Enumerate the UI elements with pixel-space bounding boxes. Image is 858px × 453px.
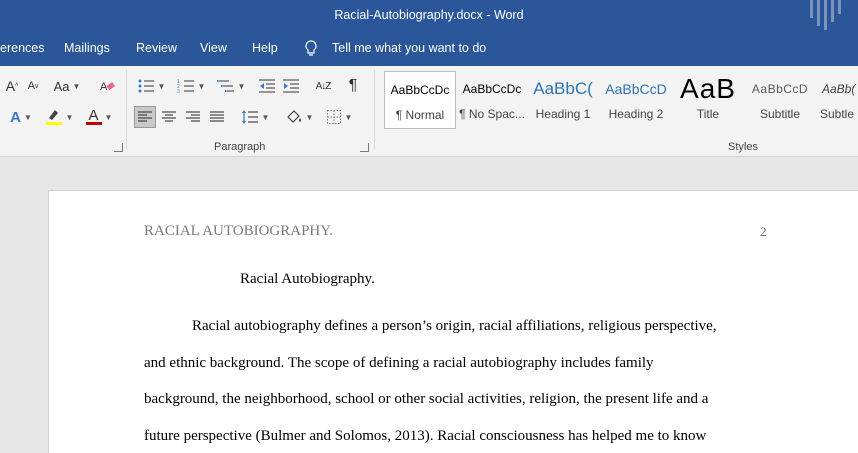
- line-spacing-icon: [241, 110, 258, 124]
- show-formatting-marks-button[interactable]: ¶: [342, 75, 364, 97]
- paint-bucket-icon: [286, 110, 301, 123]
- text-effects-button[interactable]: A ▼: [4, 106, 38, 128]
- bullets-icon: [138, 79, 154, 93]
- decrease-indent-icon: [259, 79, 275, 93]
- font-color-icon: A: [85, 108, 102, 125]
- tab-mailings[interactable]: Mailings: [64, 41, 110, 55]
- group-separator: [126, 70, 127, 150]
- sort-icon: A↓Z: [315, 80, 332, 92]
- font-dialog-launcher-icon[interactable]: [114, 143, 123, 152]
- style-preview: AaBbCcDc: [462, 82, 522, 96]
- style-no-spacing[interactable]: AaBbCcDc ¶ No Spac...: [458, 71, 526, 129]
- style-preview: AaB: [680, 73, 736, 104]
- sort-button[interactable]: A↓Z: [312, 75, 334, 97]
- style-preview: AaBb(: [822, 82, 856, 96]
- grow-font-icon: A: [5, 78, 16, 94]
- style-label: Subtle: [820, 107, 855, 121]
- tab-references[interactable]: erences: [0, 41, 44, 55]
- line-spacing-button[interactable]: ▼: [238, 106, 272, 128]
- numbering-icon: 123: [177, 79, 194, 94]
- highlighter-icon: [45, 110, 62, 125]
- align-right-icon: [186, 111, 200, 122]
- change-case-button[interactable]: Aa ▼: [50, 75, 84, 97]
- increase-indent-icon: [283, 79, 299, 93]
- bullets-button[interactable]: ▼: [134, 75, 168, 97]
- svg-text:A: A: [100, 81, 108, 93]
- style-normal[interactable]: AaBbCcDc ¶ Normal: [384, 71, 456, 129]
- grow-font-button[interactable]: A ^: [2, 75, 22, 97]
- align-left-button[interactable]: [134, 106, 156, 128]
- tab-help[interactable]: Help: [252, 41, 278, 55]
- highlight-color-button[interactable]: ▼: [42, 106, 76, 128]
- multilevel-list-button[interactable]: ▼: [214, 75, 248, 97]
- borders-button[interactable]: ▼: [322, 106, 356, 128]
- window-decoration-icon: [810, 0, 841, 30]
- numbering-button[interactable]: 1 2 3 ▼: [174, 75, 208, 97]
- style-title[interactable]: AaB Title: [674, 71, 742, 129]
- style-preview: AaBbC(: [533, 79, 593, 98]
- body-text-line: Racial autobiography defines a person’s …: [192, 318, 717, 334]
- style-label: Title: [696, 107, 720, 121]
- ribbon: A ^ Av Aa ▼ A A ▼ ▼ A ▼ ▼ 1 2 3 ▼ ▼ A↓Z ¶: [0, 66, 858, 157]
- document-title: Racial Autobiography.: [240, 271, 375, 287]
- shrink-font-icon: A: [27, 80, 35, 92]
- shrink-font-button[interactable]: Av: [24, 75, 42, 97]
- page-number: 2: [760, 224, 767, 239]
- align-right-button[interactable]: [182, 106, 204, 128]
- svg-text:3: 3: [177, 89, 180, 94]
- shading-button[interactable]: ▼: [282, 106, 316, 128]
- window-title: Racial-Autobiography.docx - Word: [334, 8, 524, 22]
- style-label: Subtitle: [759, 107, 801, 121]
- clear-formatting-button[interactable]: A: [96, 75, 118, 97]
- title-bar: Racial-Autobiography.docx - Word: [0, 0, 858, 32]
- tab-review[interactable]: Review: [136, 41, 177, 55]
- justify-icon: [210, 111, 224, 122]
- increase-indent-button[interactable]: [280, 75, 302, 97]
- paragraph-group-label: Paragraph: [214, 141, 266, 153]
- group-separator: [374, 70, 375, 150]
- lightbulb-icon: [305, 40, 317, 56]
- font-color-button[interactable]: A ▼: [82, 106, 116, 128]
- ribbon-tabs: erences Mailings Review View Help Tell m…: [0, 32, 858, 66]
- style-preview: AaBbCcDc: [390, 83, 450, 97]
- style-heading-1[interactable]: AaBbC( Heading 1: [530, 71, 596, 129]
- page-header: RACIAL AUTOBIOGRAPHY.: [144, 223, 333, 239]
- style-heading-2[interactable]: AaBbCcD Heading 2: [602, 71, 670, 129]
- style-label: Heading 1: [535, 107, 591, 121]
- tell-me-search[interactable]: Tell me what you want to do: [332, 41, 486, 55]
- style-preview: AaBbCcD: [751, 82, 809, 96]
- decrease-indent-button[interactable]: [256, 75, 278, 97]
- align-left-icon: [138, 111, 152, 122]
- style-subtitle[interactable]: AaBbCcD Subtitle: [746, 71, 814, 129]
- style-subtle-emphasis[interactable]: AaBb( Subtle: [818, 71, 858, 129]
- borders-icon: [326, 110, 341, 124]
- style-label: ¶ No Spac...: [459, 107, 525, 121]
- eraser-icon: A: [100, 81, 115, 93]
- body-text-line: background, the neighborhood, school or …: [144, 391, 709, 407]
- style-label: ¶ Normal: [395, 108, 445, 122]
- change-case-icon: Aa: [53, 78, 70, 94]
- styles-group-label: Styles: [728, 141, 758, 153]
- align-center-button[interactable]: [158, 106, 180, 128]
- paragraph-dialog-launcher-icon[interactable]: [360, 143, 369, 152]
- text-effects-icon: A: [10, 108, 21, 126]
- multilevel-list-icon: [216, 80, 234, 92]
- justify-button[interactable]: [206, 106, 228, 128]
- pilcrow-icon: ¶: [348, 77, 358, 94]
- style-preview: AaBbCcD: [605, 81, 667, 97]
- style-label: Heading 2: [608, 107, 664, 121]
- body-text-line: future perspective (Bulmer and Solomos, …: [144, 428, 707, 444]
- align-center-icon: [162, 111, 176, 122]
- body-text-line: and ethnic background. The scope of defi…: [144, 355, 654, 371]
- tab-view[interactable]: View: [200, 41, 227, 55]
